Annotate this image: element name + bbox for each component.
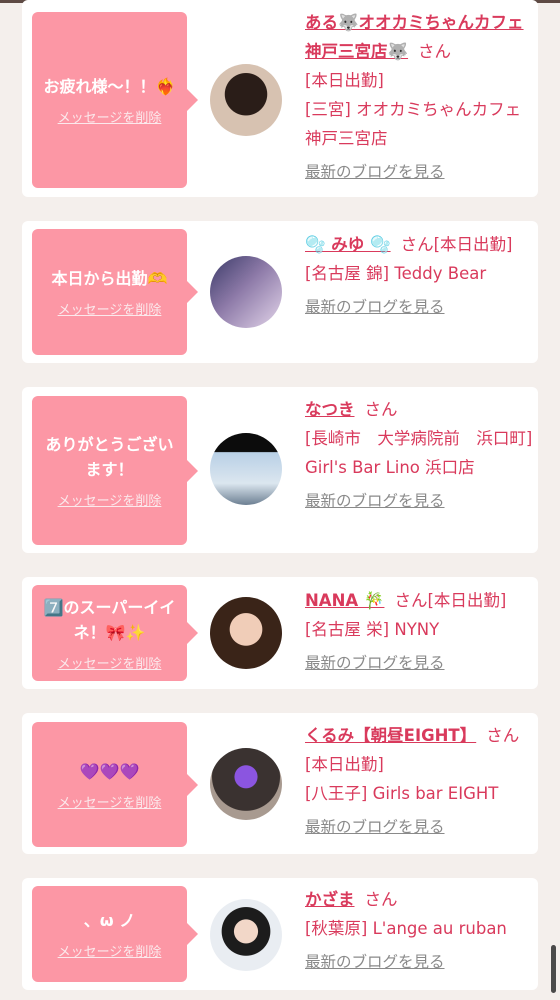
latest-blog-link[interactable]: 最新のブログを見る: [305, 948, 533, 977]
delete-message-link[interactable]: メッセージを削除: [58, 792, 162, 811]
honorific: さん: [418, 42, 452, 61]
cast-info: なつき さん [長崎市 大学病院前 浜口町] Girl's Bar Lino 浜口…: [305, 395, 533, 516]
avatar[interactable]: [210, 64, 282, 136]
message-card: お疲れ様〜！！❤️‍🔥 メッセージを削除 ある🐺オオカミちゃんカフェ神戸三宮店🐺…: [22, 0, 538, 197]
message-bubble: 、ω ノ メッセージを削除: [32, 886, 198, 982]
message-card: 、ω ノ メッセージを削除 かざま さん [秋葉原] L'ange au ruba…: [22, 878, 538, 990]
message-bubble: 本日から出勤🫶 メッセージを削除: [32, 229, 198, 355]
cast-name-link[interactable]: ある🐺オオカミちゃんカフェ神戸三宮店🐺: [305, 13, 524, 61]
message-card: 本日から出勤🫶 メッセージを削除 🫧 みゆ 🫧 さん[本日出勤] [名古屋 錦] …: [22, 221, 538, 363]
cast-name-link[interactable]: かざま: [305, 890, 355, 909]
avatar[interactable]: [210, 256, 282, 328]
latest-blog-link[interactable]: 最新のブログを見る: [305, 649, 533, 678]
shop-text: [八王子] Girls bar EIGHT: [305, 784, 499, 803]
cast-info: かざま さん [秋葉原] L'ange au ruban 最新のブログを見る: [305, 885, 533, 977]
shop-text: [長崎市 大学病院前 浜口町] Girl's Bar Lino 浜口店: [305, 429, 533, 477]
latest-blog-link[interactable]: 最新のブログを見る: [305, 158, 533, 187]
honorific: さん: [364, 400, 398, 419]
message-text: ありがとうございます！: [45, 435, 174, 479]
honorific: さん[本日出勤]: [400, 235, 513, 254]
latest-blog-link[interactable]: 最新のブログを見る: [305, 487, 533, 516]
delete-message-link[interactable]: メッセージを削除: [58, 653, 162, 672]
honorific: さん: [364, 890, 398, 909]
message-bubble: ありがとうございます！ メッセージを削除: [32, 396, 198, 545]
cast-name-link[interactable]: くるみ【朝昼EIGHT】: [305, 726, 476, 745]
cast-info: NANA 🎋 さん[本日出勤] [名古屋 栄] NYNY 最新のブログを見る: [305, 586, 533, 678]
shop-text: [秋葉原] L'ange au ruban: [305, 919, 507, 938]
message-card: 7️⃣のスーパーイイネ！🎀✨ メッセージを削除 NANA 🎋 さん[本日出勤] […: [22, 577, 538, 689]
message-bubble: 💜💜💜 メッセージを削除: [32, 722, 198, 847]
avatar[interactable]: [210, 597, 282, 669]
status-text: [本日出勤]: [305, 71, 384, 90]
delete-message-link[interactable]: メッセージを削除: [58, 299, 162, 318]
latest-blog-link[interactable]: 最新のブログを見る: [305, 293, 533, 322]
message-text: お疲れ様〜！！❤️‍🔥: [43, 77, 176, 96]
avatar[interactable]: [210, 433, 282, 505]
shop-text: [名古屋 栄] NYNY: [305, 620, 440, 639]
message-card: 💜💜💜 メッセージを削除 くるみ【朝昼EIGHT】 さん[本日出勤] [八王子] …: [22, 713, 538, 854]
message-text: 本日から出勤🫶: [51, 269, 168, 288]
cast-info: くるみ【朝昼EIGHT】 さん[本日出勤] [八王子] Girls bar EIG…: [305, 721, 533, 842]
message-bubble: お疲れ様〜！！❤️‍🔥 メッセージを削除: [32, 12, 198, 188]
message-card: ありがとうございます！ メッセージを削除 なつき さん [長崎市 大学病院前 浜口…: [22, 387, 538, 553]
latest-blog-link[interactable]: 最新のブログを見る: [305, 813, 533, 842]
message-text: 💜💜💜: [79, 761, 140, 781]
avatar[interactable]: [210, 899, 282, 971]
message-text: 、ω ノ: [83, 911, 136, 930]
delete-message-link[interactable]: メッセージを削除: [58, 490, 162, 509]
shop-text: [三宮] オオカミちゃんカフェ神戸三宮店: [305, 100, 522, 148]
cast-info: 🫧 みゆ 🫧 さん[本日出勤] [名古屋 錦] Teddy Bear 最新のブログ…: [305, 230, 533, 322]
cast-name-link[interactable]: NANA 🎋: [305, 591, 384, 610]
cast-name-link[interactable]: なつき: [305, 400, 355, 419]
honorific: さん[本日出勤]: [394, 591, 507, 610]
avatar[interactable]: [210, 748, 282, 820]
delete-message-link[interactable]: メッセージを削除: [58, 107, 162, 126]
shop-text: [名古屋 錦] Teddy Bear: [305, 264, 487, 283]
cast-info: ある🐺オオカミちゃんカフェ神戸三宮店🐺 さん [本日出勤] [三宮] オオカミちゃ…: [305, 8, 533, 187]
message-bubble: 7️⃣のスーパーイイネ！🎀✨ メッセージを削除: [32, 585, 198, 681]
cast-name-link[interactable]: 🫧 みゆ 🫧: [305, 235, 391, 254]
message-text: 7️⃣のスーパーイイネ！🎀✨: [43, 597, 176, 642]
scrollbar[interactable]: [551, 945, 556, 993]
delete-message-link[interactable]: メッセージを削除: [58, 941, 162, 960]
